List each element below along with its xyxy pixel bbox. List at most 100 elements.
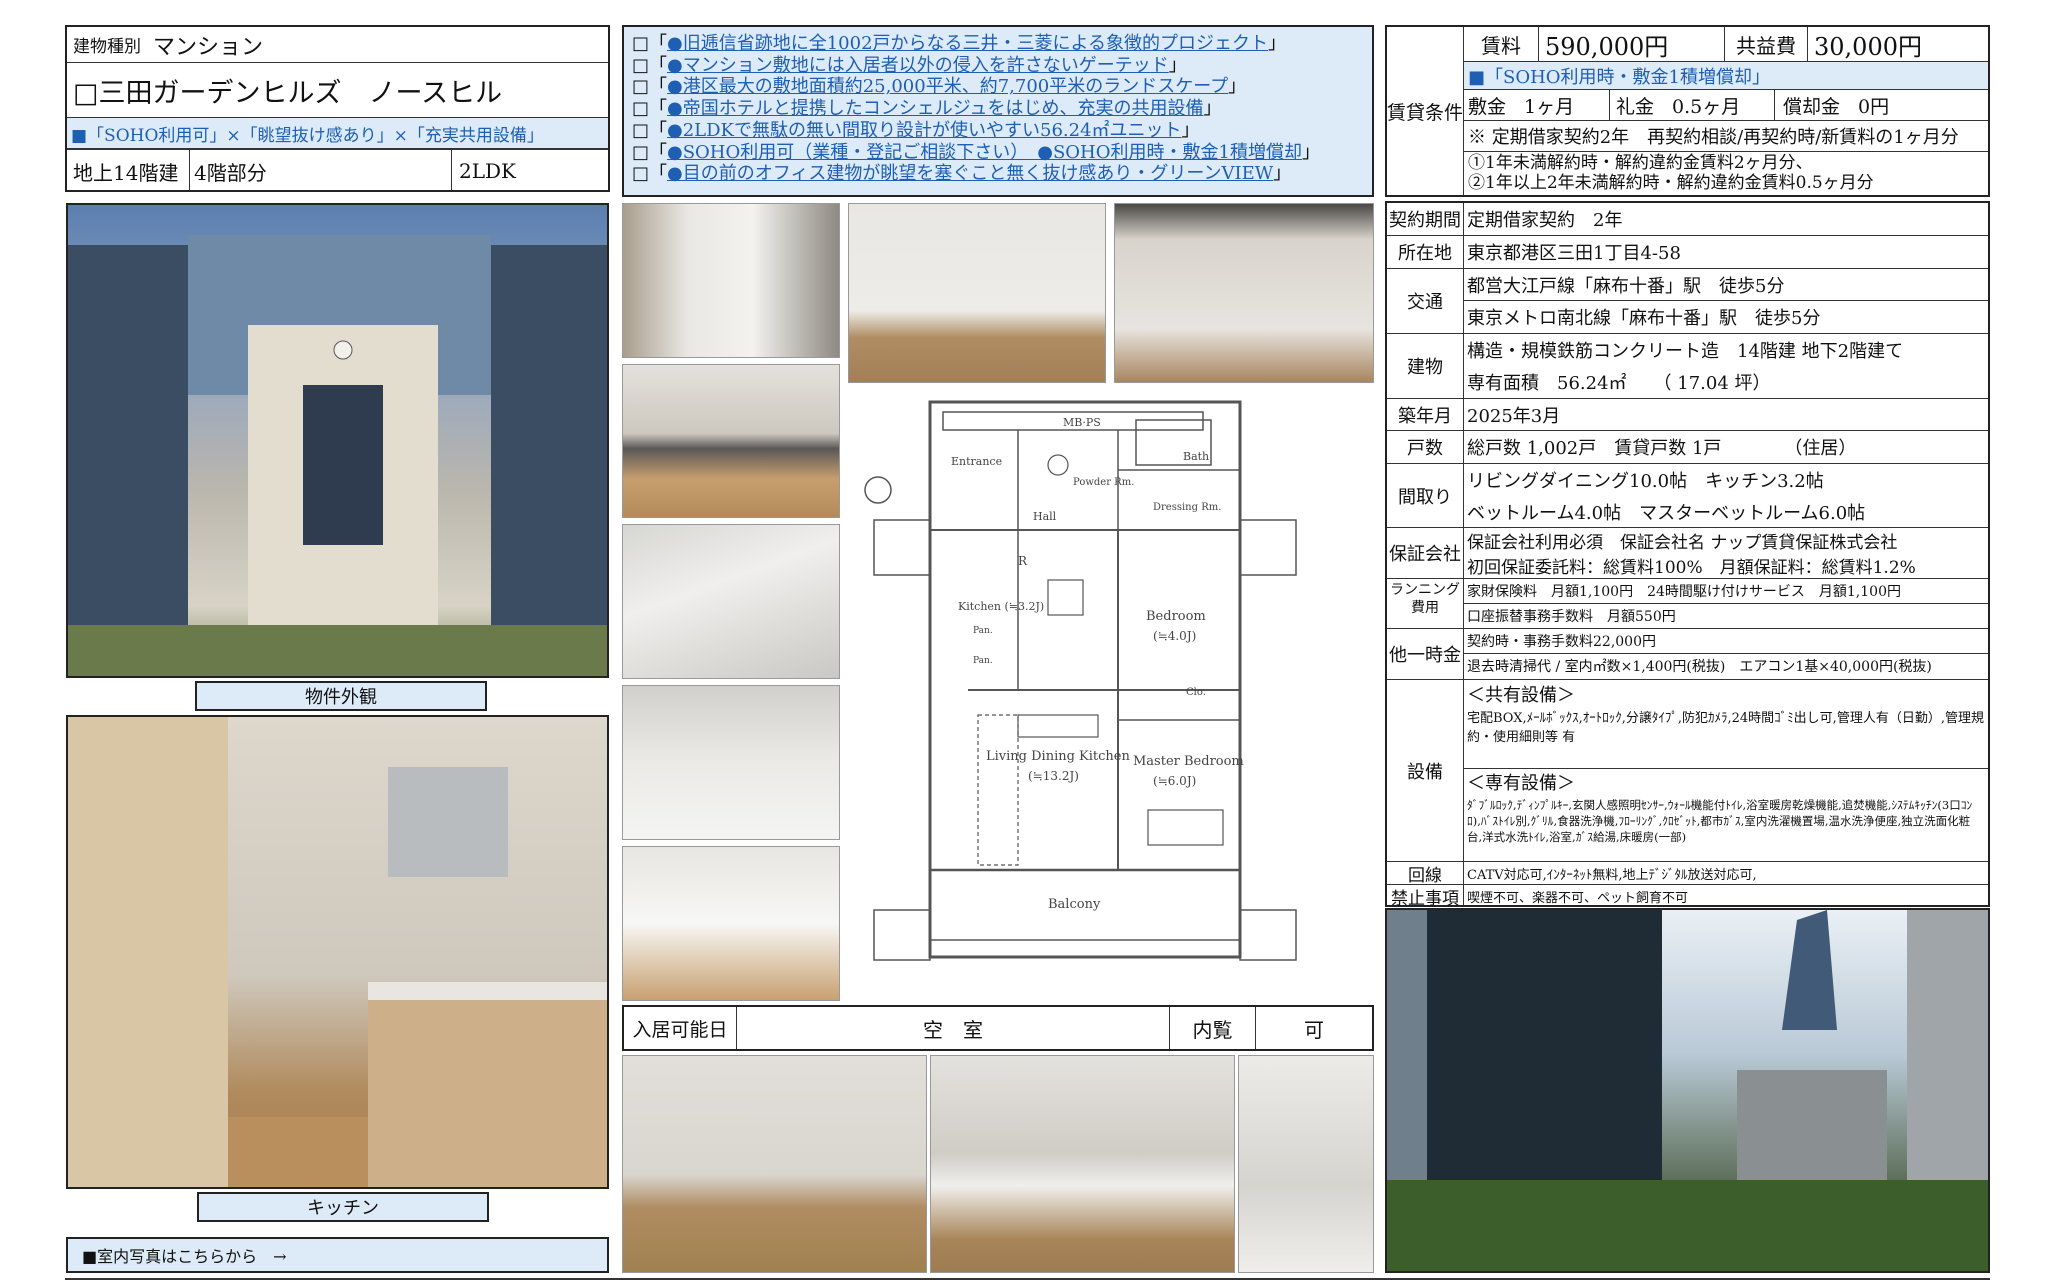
fp-label-ldk-size: (≒13.2J) <box>1028 769 1079 783</box>
tagline-text: ■「SOHO利用可」×「眺望抜け感あり」×「充実共用設備」 <box>71 125 544 146</box>
rent-value-text: 590,000円 <box>1545 32 1669 61</box>
tagline: ■「SOHO利用可」×「眺望抜け感あり」×「充実共用設備」 <box>67 118 608 148</box>
exterior-caption: 物件外観 <box>195 681 487 711</box>
features-box: □「●旧逓信省跡地に全1002戸からなる三井・三菱による象徴的プロジェクト」 □「… <box>622 25 1374 197</box>
fp-label-powder: Powder Rm. <box>1073 477 1134 488</box>
feature-suffix: 」 <box>1273 163 1292 185</box>
prohibited-value-text: 喫煙不可、楽器不可、ペット飼育不可 <box>1467 890 1689 906</box>
island-kitchen-photo <box>930 1055 1235 1273</box>
feature-text: ●目の前のオフィス建物が眺望を塞ぐこと無く抜け感あり・グリーンVIEW <box>667 163 1274 185</box>
units-label-text: 戸数 <box>1407 438 1443 459</box>
feature-item: □「●旧逓信省跡地に全1002戸からなる三井・三菱による象徴的プロジェクト」 <box>632 33 1364 55</box>
running-2-text: 口座振替事務手数料 月額550円 <box>1467 609 1676 625</box>
feature-text: ●マンション敷地には入居者以外の侵入を許さないゲーテッド <box>667 54 1169 76</box>
fp-label-balcony: Balcony <box>1048 897 1101 912</box>
layout-value: 2LDK <box>459 159 516 183</box>
feature-suffix: 」 <box>1228 76 1247 98</box>
feature-suffix: 」 <box>1301 141 1320 163</box>
hallway-photo <box>622 203 840 358</box>
penalty-notes: ①1年未満解約時・解約違約金賃料2ヶ月分、 ②1年以上2年未満解約時・解約違約金… <box>1468 153 1986 193</box>
contract-note: ※ 定期借家契約2年 再契約相談/再契約時/新賃料の1ヶ月分 <box>1464 121 1988 151</box>
penalty-2: ②1年以上2年未満解約時・解約違約金賃料0.5ヶ月分 <box>1468 173 1874 193</box>
feature-item: □「●帝国ホテルと提携したコンシェルジュをはじめ、充実の共用設備」 <box>632 98 1364 120</box>
building-1-text: 構造・規模鉄筋コンクリート造 14階建 地下2階建て <box>1467 340 1904 362</box>
prohibited-label: 禁止事項 <box>1387 885 1463 908</box>
lump-1: 契約時・事務手数料22,000円 <box>1467 629 1987 653</box>
exterior-illustration <box>68 235 607 676</box>
private-heading: ＜専有設備＞ <box>1467 773 1575 794</box>
key-money-value: 0.5ヶ月 <box>1672 95 1741 118</box>
transit-1-text: 都営大江戸線「麻布十番」駅 徒歩5分 <box>1467 275 1785 297</box>
contract-label: 契約期間 <box>1387 203 1463 235</box>
building-label: 建物 <box>1387 334 1463 398</box>
feature-text: ●SOHO利用可（業種・登記ご相談下さい） ●SOHO利用時・敷金1積増償却 <box>667 141 1302 163</box>
common-fee-label: 共益費 <box>1725 27 1807 61</box>
fp-label-r: R <box>1018 554 1028 568</box>
lump-label-text: 他一時金 <box>1389 645 1461 666</box>
fp-label-clo: Clo. <box>1186 687 1206 698</box>
shared-equipment: ＜共有設備＞ 宅配BOX,ﾒｰﾙﾎﾞｯｸｽ,ｵｰﾄﾛｯｸ,分譲ﾀｲﾌﾟ,防犯ｶﾒ… <box>1467 683 1985 747</box>
private-text: ﾀﾞﾌﾞﾙﾛｯｸ,ﾃﾞｨﾝﾌﾟﾙｷｰ,玄関人感照明ｾﾝｻｰ,ｳｫｰﾙ機能付ﾄｲﾚ… <box>1467 798 1973 844</box>
guarantee-label-text: 保証会社 <box>1389 544 1461 565</box>
washbasin-photo <box>622 846 840 1001</box>
deposit-label: 敷金 <box>1468 95 1507 118</box>
address-value-text: 東京都港区三田1丁目4-58 <box>1467 243 1681 264</box>
equipment-label-text: 設備 <box>1407 761 1443 783</box>
contract-note-text: ※ 定期借家契約2年 再契約相談/再契約時/新賃料の1ヶ月分 <box>1468 127 1959 148</box>
guarantee-1: 保証会社利用必須 保証会社名 ナップ賃貸保証株式会社 <box>1467 528 1987 553</box>
deposit-value: 1ヶ月 <box>1524 95 1575 118</box>
feature-text: ●2LDKで無駄の無い間取り設計が使いやすい56.24㎡ユニット <box>667 119 1182 141</box>
feature-text: ●旧逓信省跡地に全1002戸からなる三井・三菱による象徴的プロジェクト <box>667 33 1268 54</box>
units-value-text: 総戸数 1,002戸 賃貸戸数 1戸 （住居） <box>1467 438 1857 459</box>
units-label: 戸数 <box>1387 431 1463 463</box>
move-in-value: 空 室 <box>737 1007 1169 1049</box>
living-room-photo <box>622 1055 927 1273</box>
shared-text: 宅配BOX,ﾒｰﾙﾎﾞｯｸｽ,ｵｰﾄﾛｯｸ,分譲ﾀｲﾌﾟ,防犯ｶﾒﾗ,24時間ｺ… <box>1467 711 1984 745</box>
penalty-1: ①1年未満解約時・解約違約金賃料2ヶ月分、 <box>1468 153 1813 173</box>
feature-prefix: □「 <box>632 33 668 54</box>
rent-value: 590,000円 <box>1539 27 1724 61</box>
feature-item: □「●港区最大の敷地面積約25,000平米、約7,700平米のランドスケープ」 <box>632 76 1364 98</box>
building-type-value: マンション <box>153 34 264 60</box>
line-value-text: CATV対応可,ｲﾝﾀｰﾈｯﾄ無料,地上ﾃﾞｼﾞﾀﾙ放送対応可, <box>1467 867 1757 883</box>
kitchen-counter-photo <box>622 364 840 518</box>
feature-prefix: □「 <box>632 98 668 120</box>
move-in-label-text: 入居可能日 <box>632 1018 728 1041</box>
rooms-1-text: リビングダイニング10.0帖 キッチン3.2帖 <box>1467 470 1824 492</box>
feature-prefix: □「 <box>632 119 668 141</box>
built-value-text: 2025年3月 <box>1467 405 1561 427</box>
exterior-caption-text: 物件外観 <box>305 687 377 708</box>
rooms-2-text: ベットルーム4.0帖 マスターベットルーム6.0帖 <box>1467 502 1866 524</box>
lump-2-text: 退去時清掃代 / 室内㎡数×1,400円(税抜) エアコン1基×40,000円(… <box>1467 659 1932 675</box>
rooms-1: リビングダイニング10.0帖 キッチン3.2帖 <box>1467 464 1987 495</box>
property-name-text: □三田ガーデンヒルズ ノースヒル <box>73 77 503 109</box>
address-value: 東京都港区三田1丁目4-58 <box>1467 236 1987 268</box>
common-fee-value: 30,000円 <box>1808 27 1988 61</box>
building-2-text: 専有面積 56.24㎡ （ 17.04 坪） <box>1467 372 1771 394</box>
feature-prefix: □「 <box>632 54 668 76</box>
interior-photos-link[interactable]: ■室内写真はこちらから → <box>66 1237 609 1273</box>
kitchen-caption: キッチン <box>197 1192 489 1222</box>
line-label: 回線 <box>1387 862 1463 885</box>
viewing-value-text: 可 <box>1304 1017 1324 1042</box>
contract-value-text: 定期借家契約 2年 <box>1467 210 1623 231</box>
transit-label: 交通 <box>1387 269 1463 333</box>
bathtub-photo <box>622 524 840 679</box>
built-label-text: 築年月 <box>1398 405 1452 427</box>
fp-label-pan-1: Pan. <box>973 626 993 636</box>
fp-label-master-size: (≒6.0J) <box>1153 774 1196 788</box>
exterior-photo <box>66 203 609 678</box>
viewing-value: 可 <box>1256 1007 1372 1049</box>
move-in-row: 入居可能日 空 室 内覧 可 <box>622 1005 1374 1051</box>
built-value: 2025年3月 <box>1467 399 1987 430</box>
lump-label: 他一時金 <box>1387 629 1463 679</box>
kitchen-caption-text: キッチン <box>307 1198 379 1219</box>
move-in-value-text: 空 室 <box>923 1017 983 1042</box>
fp-label-bath: Bath <box>1183 450 1209 463</box>
feature-prefix: □「 <box>632 76 668 98</box>
feature-item: □「●SOHO利用可（業種・登記ご相談下さい） ●SOHO利用時・敷金1積増償却… <box>632 142 1364 164</box>
building-2: 専有面積 56.24㎡ （ 17.04 坪） <box>1467 366 1987 397</box>
running-label-1: ランニング <box>1390 582 1460 598</box>
guarantee-label: 保証会社 <box>1387 528 1463 578</box>
fp-label-entrance: Entrance <box>951 455 1002 468</box>
